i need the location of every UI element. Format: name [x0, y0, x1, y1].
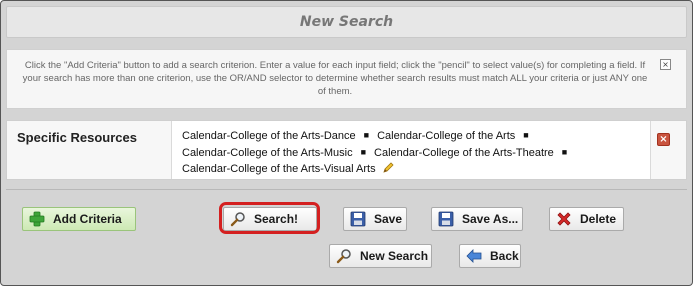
save-button[interactable]: Save	[343, 207, 407, 231]
criteria-label: Specific Resources	[17, 130, 137, 145]
magnifier-icon	[230, 211, 246, 227]
criteria-values: Calendar-College of the Arts-Dance ■ Calen…	[171, 121, 651, 179]
floppy-disk-icon	[438, 211, 454, 227]
back-button[interactable]: Back	[459, 244, 521, 268]
save-label: Save	[374, 212, 403, 226]
separator-bullet: ■	[363, 130, 370, 140]
save-as-label: Save As...	[462, 212, 519, 226]
pencil-icon[interactable]	[382, 161, 395, 179]
search-label: Search!	[254, 212, 299, 226]
remove-criteria-button[interactable]: ×	[657, 133, 670, 146]
instructions-text: Click the "Add Criteria" button to add a…	[22, 60, 648, 97]
criteria-row: Specific Resources Calendar-College of t…	[6, 120, 687, 180]
separator-bullet: ■	[561, 147, 568, 157]
add-criteria-button[interactable]: Add Criteria	[22, 207, 136, 231]
delete-button[interactable]: Delete	[549, 207, 624, 231]
criteria-value: Calendar-College of the Arts-Theatre	[374, 147, 554, 159]
red-x-icon	[556, 211, 572, 227]
delete-label: Delete	[580, 212, 617, 226]
back-arrow-icon	[466, 248, 482, 264]
criteria-value: Calendar-College of the Arts-Dance	[182, 130, 356, 142]
add-criteria-label: Add Criteria	[53, 212, 122, 226]
page-title: New Search	[299, 14, 394, 30]
new-search-panel: New Search Click the "Add Criteria" butt…	[0, 0, 693, 286]
divider	[6, 189, 687, 190]
new-search-button[interactable]: New Search	[329, 244, 432, 268]
criteria-value: Calendar-College of the Arts-Music	[182, 147, 353, 159]
floppy-disk-icon	[350, 211, 366, 227]
magnifier-icon	[336, 248, 352, 264]
search-button[interactable]: Search!	[223, 207, 317, 231]
criteria-value: Calendar-College of the Arts	[377, 130, 516, 142]
instructions-box: Click the "Add Criteria" button to add a…	[6, 49, 687, 109]
save-as-button[interactable]: Save As...	[431, 207, 523, 231]
close-icon[interactable]: ×	[660, 59, 671, 70]
new-search-label: New Search	[360, 249, 429, 263]
separator-bullet: ■	[523, 130, 529, 140]
green-plus-icon	[29, 211, 45, 227]
separator-bullet: ■	[360, 147, 367, 157]
criteria-value: Calendar-College of the Arts-Visual Arts	[182, 163, 376, 175]
back-label: Back	[490, 249, 519, 263]
title-bar: New Search	[6, 6, 687, 38]
